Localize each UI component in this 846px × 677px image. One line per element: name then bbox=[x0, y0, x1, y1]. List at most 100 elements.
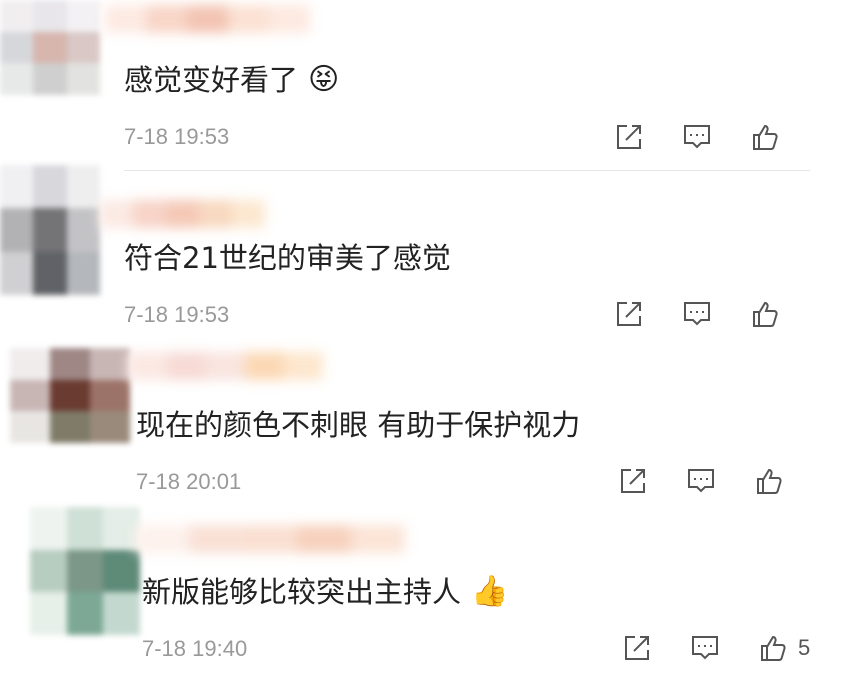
blur-cell bbox=[167, 352, 206, 380]
blur-cell bbox=[297, 525, 351, 553]
comment-icon bbox=[688, 469, 714, 493]
blur-cell bbox=[90, 379, 130, 412]
avatar[interactable] bbox=[30, 507, 140, 635]
blur-cell bbox=[0, 251, 34, 295]
thumbs-up-icon bbox=[753, 301, 778, 327]
blur-cell bbox=[269, 5, 310, 33]
blur-cell bbox=[128, 352, 167, 380]
blur-cell bbox=[10, 348, 50, 380]
blur-cell bbox=[50, 379, 90, 412]
blur-cell bbox=[30, 549, 67, 593]
blur-cell bbox=[199, 200, 232, 228]
blur-cell bbox=[66, 165, 100, 209]
comment-timestamp: 7-18 19:53 bbox=[124, 124, 230, 149]
blur-cell bbox=[166, 200, 199, 228]
reply-button[interactable] bbox=[688, 631, 722, 665]
blur-cell bbox=[133, 200, 166, 228]
comment-timestamp: 7-18 19:40 bbox=[142, 636, 248, 661]
share-button[interactable] bbox=[620, 631, 654, 665]
like-button[interactable] bbox=[756, 631, 790, 665]
blur-cell bbox=[0, 165, 34, 209]
blur-cell bbox=[30, 592, 67, 635]
thumbs-up-icon bbox=[761, 635, 786, 661]
blur-cell bbox=[103, 549, 140, 593]
blur-cell bbox=[30, 507, 67, 550]
reply-button[interactable] bbox=[680, 120, 714, 154]
blur-cell bbox=[232, 200, 265, 228]
blur-cell bbox=[33, 251, 67, 295]
share-icon bbox=[621, 469, 645, 493]
blur-cell bbox=[33, 165, 67, 209]
comment-icon bbox=[684, 302, 710, 326]
comment-actions bbox=[612, 120, 816, 154]
comment-timestamp: 7-18 19:53 bbox=[124, 302, 230, 327]
like-button[interactable] bbox=[748, 297, 782, 331]
blur-cell bbox=[228, 5, 269, 33]
share-icon bbox=[617, 302, 641, 326]
comment-text: 符合21世纪的审美了感觉 bbox=[124, 241, 451, 275]
avatar[interactable] bbox=[10, 348, 130, 443]
blur-cell bbox=[245, 352, 284, 380]
blur-cell bbox=[90, 348, 130, 380]
blur-cell bbox=[50, 348, 90, 380]
username[interactable] bbox=[105, 5, 310, 33]
blur-cell bbox=[0, 208, 34, 252]
avatar[interactable] bbox=[0, 165, 100, 295]
blur-cell bbox=[66, 507, 104, 550]
divider bbox=[124, 170, 810, 171]
username[interactable] bbox=[135, 525, 405, 553]
avatar[interactable] bbox=[0, 0, 100, 95]
blur-cell bbox=[206, 352, 245, 380]
share-button[interactable] bbox=[616, 464, 650, 498]
like-button[interactable] bbox=[752, 464, 786, 498]
blur-cell bbox=[33, 31, 67, 64]
blur-cell bbox=[351, 525, 405, 553]
share-button[interactable] bbox=[612, 297, 646, 331]
username[interactable] bbox=[128, 352, 323, 380]
blur-cell bbox=[187, 5, 228, 33]
comment-icon bbox=[692, 636, 718, 660]
comment-timestamp: 7-18 20:01 bbox=[136, 469, 242, 494]
blur-cell bbox=[90, 411, 130, 443]
like-count: 5 bbox=[798, 635, 811, 660]
blur-cell bbox=[100, 200, 133, 228]
blur-cell bbox=[0, 31, 34, 64]
share-icon bbox=[617, 125, 641, 149]
blur-cell bbox=[66, 208, 100, 252]
comment-actions bbox=[612, 297, 816, 331]
emoji-icon: 👍 bbox=[471, 574, 509, 609]
blur-cell bbox=[33, 208, 67, 252]
blur-cell bbox=[66, 31, 100, 64]
blur-cell bbox=[284, 352, 323, 380]
blur-cell bbox=[0, 63, 34, 95]
comment-text: 现在的颜色不刺眼 有助于保护视力 bbox=[136, 408, 581, 442]
blur-cell bbox=[10, 379, 50, 412]
blur-cell bbox=[243, 525, 297, 553]
blur-cell bbox=[50, 411, 90, 443]
blur-cell bbox=[33, 0, 67, 32]
emoji-icon: 😝 bbox=[308, 62, 340, 97]
thumbs-up-icon bbox=[757, 468, 782, 494]
blur-cell bbox=[66, 0, 100, 32]
like-button[interactable] bbox=[748, 120, 782, 154]
blur-cell bbox=[135, 525, 189, 553]
blur-cell bbox=[105, 5, 146, 33]
blur-cell bbox=[10, 411, 50, 443]
blur-cell bbox=[66, 251, 100, 295]
comment-icon bbox=[684, 125, 710, 149]
share-button[interactable] bbox=[612, 120, 646, 154]
blur-cell bbox=[103, 592, 140, 635]
blur-cell bbox=[33, 63, 67, 95]
comment-actions bbox=[616, 464, 820, 498]
username[interactable] bbox=[100, 200, 265, 228]
blur-cell bbox=[0, 0, 34, 32]
reply-button[interactable] bbox=[684, 464, 718, 498]
blur-cell bbox=[66, 63, 100, 95]
blur-cell bbox=[146, 5, 187, 33]
comment-actions: 5 bbox=[620, 631, 810, 665]
blur-cell bbox=[189, 525, 243, 553]
blur-cell bbox=[66, 549, 104, 593]
blur-cell bbox=[66, 592, 104, 635]
share-icon bbox=[625, 636, 649, 660]
reply-button[interactable] bbox=[680, 297, 714, 331]
